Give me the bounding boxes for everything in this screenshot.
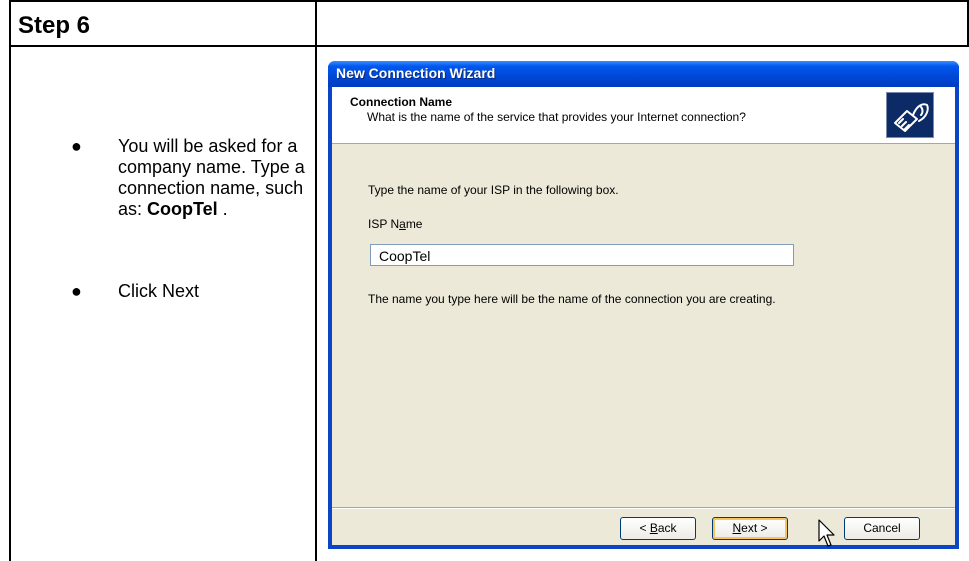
header-title: Connection Name: [350, 95, 453, 109]
note-text: The name you type here will be the name …: [368, 292, 776, 306]
wizard-window: New Connection Wizard Connection Name Wh…: [328, 61, 959, 549]
instruction-text: Type the name of your ISP in the followi…: [368, 183, 619, 197]
wizard-header: Connection Name What is the name of the …: [332, 87, 955, 144]
list-item: ● You will be asked for a company name. …: [55, 136, 315, 220]
bullet-text-end: .: [217, 199, 228, 219]
step-title: Step 6: [18, 12, 91, 39]
header-subtitle: What is the name of the service that pro…: [367, 110, 746, 124]
bullet-bold-text: CoopTel: [147, 199, 218, 219]
bullet-text: Click Next: [118, 281, 200, 301]
back-button[interactable]: < Back: [620, 517, 696, 540]
next-button[interactable]: Next >: [712, 517, 788, 540]
window-title: New Connection Wizard: [336, 65, 496, 81]
isp-name-label: ISP Name: [368, 217, 423, 231]
wizard-client-area: Connection Name What is the name of the …: [332, 87, 955, 545]
mouse-cursor-icon: [818, 519, 835, 547]
button-divider: [332, 507, 955, 509]
table-left-border: [9, 0, 11, 561]
bullet-icon: ●: [71, 136, 82, 156]
bullet-icon: ●: [71, 281, 82, 301]
table-middle-border: [315, 0, 317, 561]
network-cable-icon: [886, 92, 934, 138]
window-titlebar[interactable]: New Connection Wizard: [328, 61, 959, 87]
table-header-border: [9, 45, 969, 47]
list-item: ● Click Next: [55, 281, 315, 302]
instruction-list: ● You will be asked for a company name. …: [55, 136, 315, 302]
cancel-button[interactable]: Cancel: [844, 517, 920, 540]
isp-name-input[interactable]: CoopTel: [370, 244, 794, 266]
table-top-border: [9, 0, 969, 2]
